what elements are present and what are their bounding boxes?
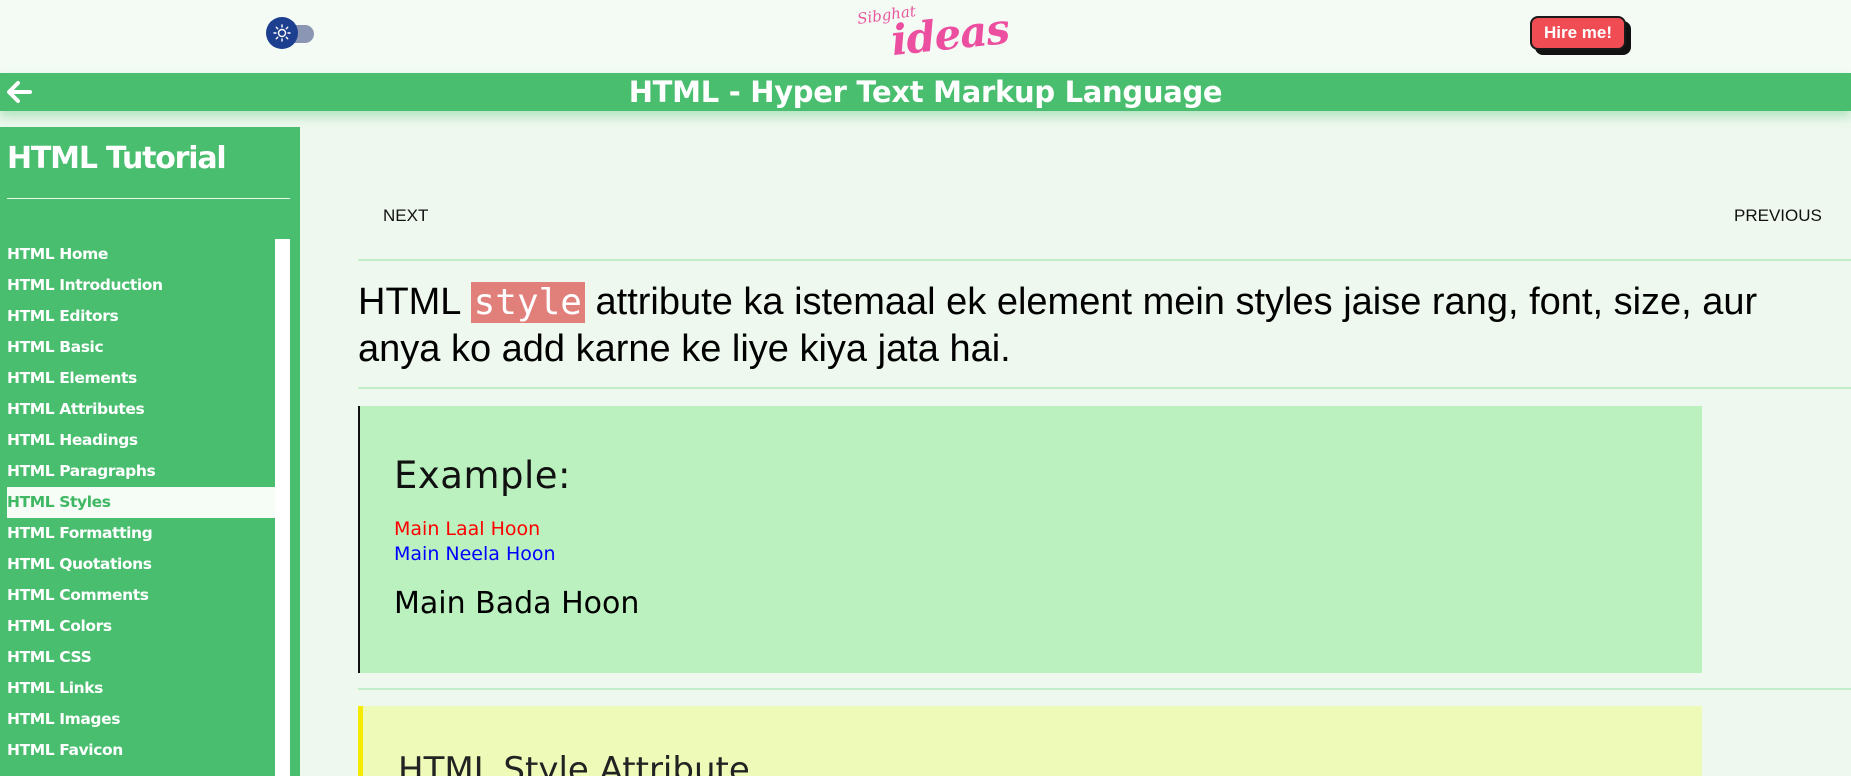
sidebar: HTML Tutorial HTML Home HTML Introduction… — [0, 127, 300, 776]
divider — [358, 259, 1851, 261]
sidebar-divider — [7, 198, 290, 199]
sidebar-heading: HTML Tutorial — [7, 141, 227, 176]
sidebar-item[interactable]: HTML Styles — [7, 487, 275, 518]
sidebar-item[interactable]: HTML Links — [0, 673, 275, 704]
example-big-text: Main Bada Hoon — [394, 586, 640, 621]
previous-link[interactable]: PREVIOUS — [1734, 206, 1822, 226]
sidebar-item[interactable]: HTML Basic — [0, 332, 275, 363]
sidebar-item[interactable]: HTML Introduction — [0, 270, 275, 301]
sidebar-item[interactable]: HTML Attributes — [0, 394, 275, 425]
sidebar-scrollbar[interactable] — [275, 239, 290, 776]
theme-toggle[interactable] — [266, 16, 316, 50]
top-bar: Sibghat ideas Hire me! — [0, 0, 1851, 73]
section-heading: HTML Style Attribute — [398, 750, 750, 776]
sidebar-item[interactable]: HTML Formatting — [0, 518, 275, 549]
title-bar: HTML - Hyper Text Markup Language — [0, 73, 1851, 111]
intro-text-before: HTML — [358, 281, 471, 323]
note-box: HTML Style Attribute — [358, 706, 1702, 776]
divider — [358, 387, 1851, 389]
page-title: HTML - Hyper Text Markup Language — [628, 75, 1223, 109]
example-heading: Example: — [394, 454, 571, 497]
sidebar-item[interactable]: HTML Headings — [0, 425, 275, 456]
divider — [358, 688, 1851, 690]
sun-icon — [266, 17, 298, 49]
sidebar-item[interactable]: HTML Elements — [0, 363, 275, 394]
example-blue-text: Main Neela Hoon — [394, 543, 556, 565]
sidebar-item[interactable]: HTML Quotations — [0, 549, 275, 580]
intro-paragraph: HTML style attribute ka istemaal ek elem… — [358, 279, 1848, 373]
sidebar-item[interactable]: HTML Home — [0, 239, 275, 270]
sidebar-item[interactable]: HTML CSS — [0, 642, 275, 673]
site-logo[interactable]: Sibghat ideas — [853, 2, 1011, 65]
next-link[interactable]: NEXT — [383, 206, 428, 226]
sidebar-item[interactable]: HTML Paragraphs — [0, 456, 275, 487]
sidebar-item[interactable]: HTML Favicon — [0, 735, 275, 766]
inline-code: style — [470, 282, 585, 323]
sidebar-item[interactable]: HTML Images — [0, 704, 275, 735]
sidebar-list: HTML Home HTML Introduction HTML Editors HT… — [0, 239, 275, 766]
sidebar-item[interactable]: HTML Colors — [0, 611, 275, 642]
sidebar-item[interactable]: HTML Comments — [0, 580, 275, 611]
hire-me-button[interactable]: Hire me! — [1530, 16, 1626, 50]
arrow-left-icon[interactable] — [4, 78, 34, 106]
example-red-text: Main Laal Hoon — [394, 518, 541, 540]
example-box: Example: Main Laal Hoon Main Neela Hoon … — [358, 406, 1702, 673]
sidebar-item[interactable]: HTML Editors — [0, 301, 275, 332]
